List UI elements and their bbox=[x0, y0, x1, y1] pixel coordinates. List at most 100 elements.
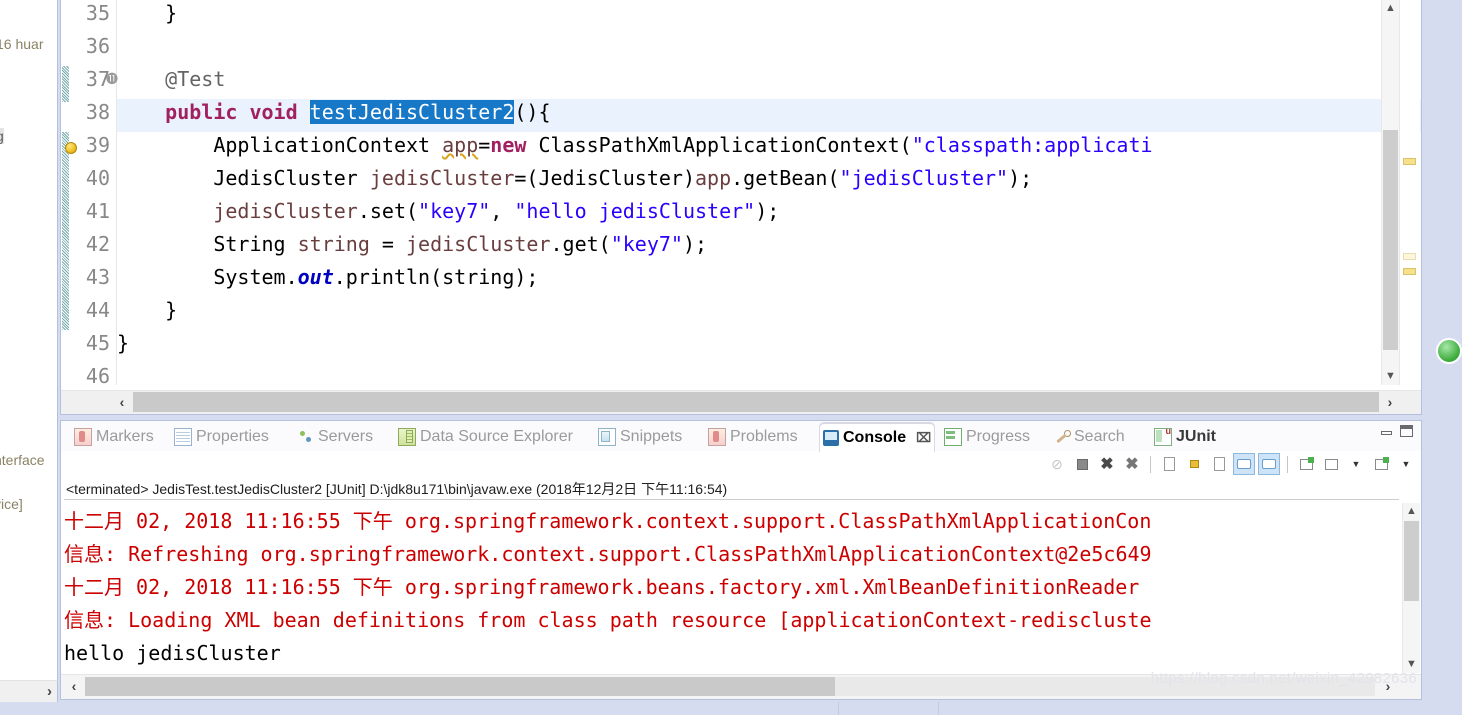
tab-label: Search bbox=[1074, 427, 1125, 445]
variable-token: jedisCluster bbox=[406, 232, 551, 256]
line-number: 37 bbox=[85, 67, 110, 91]
display-selected-console-icon[interactable] bbox=[1320, 453, 1342, 475]
maximize-icon[interactable] bbox=[1400, 425, 1413, 437]
remove-all-launches-icon[interactable]: ✖ bbox=[1121, 453, 1143, 475]
changed-lines-marker-b bbox=[62, 132, 69, 330]
java-code-editor[interactable]: 35 36 37 ⓫ 38 39 40 41 42 43 44 45 46 } … bbox=[60, 0, 1422, 415]
tab-snippets[interactable]: Snippets bbox=[595, 424, 685, 449]
hscrollbar-thumb[interactable] bbox=[85, 677, 835, 696]
line-number: 43 bbox=[85, 265, 110, 289]
console-toolbar: ⊘ ✖ ✖ ▼ ▼ bbox=[1046, 453, 1417, 475]
toolbar-separator bbox=[1150, 455, 1151, 473]
terminate-all-icon[interactable]: ⊘ bbox=[1046, 453, 1068, 475]
code-text-area[interactable]: } @Test public void testJedisCluster2(){… bbox=[117, 0, 1421, 385]
code-token: } bbox=[117, 298, 178, 322]
scroll-left-arrow[interactable]: ‹ bbox=[113, 393, 131, 411]
tab-label: Problems bbox=[730, 427, 798, 445]
code-line-44: } bbox=[117, 294, 177, 327]
remove-launch-icon[interactable]: ✖ bbox=[1096, 453, 1118, 475]
code-token: } bbox=[117, 1, 178, 25]
hscroll-track[interactable] bbox=[133, 392, 1379, 412]
line-number: 38 bbox=[85, 100, 110, 124]
word-wrap-icon[interactable] bbox=[1208, 453, 1230, 475]
scroll-down-arrow[interactable]: ▼ bbox=[1403, 656, 1420, 673]
left-fragment-3: vice] bbox=[0, 496, 23, 512]
show-console-on-error-icon[interactable] bbox=[1258, 453, 1280, 475]
show-console-on-output-icon[interactable] bbox=[1233, 453, 1255, 475]
console-line: 信息: Loading XML bean definitions from cl… bbox=[64, 608, 1152, 632]
occurrence-marker[interactable] bbox=[1403, 253, 1416, 260]
editor-gutter[interactable]: 35 36 37 ⓫ 38 39 40 41 42 43 44 45 46 bbox=[61, 0, 118, 388]
code-token: } bbox=[117, 331, 130, 355]
left-fragment-0: 16 huar bbox=[0, 36, 44, 52]
database-icon bbox=[398, 427, 416, 446]
hscrollbar-thumb[interactable] bbox=[133, 392, 1073, 412]
code-token: ); bbox=[755, 199, 780, 223]
left-panel-expand-arrow[interactable]: › bbox=[47, 683, 52, 700]
junit-icon bbox=[1154, 426, 1172, 446]
toolbar-separator bbox=[1287, 455, 1288, 473]
code-token: = bbox=[369, 232, 406, 256]
editor-vertical-scrollbar[interactable]: ▲ ▼ bbox=[1381, 0, 1399, 385]
eclipse-ide-window: 16 huar g nterface vice] › 35 36 37 ⓫ 38… bbox=[0, 0, 1462, 715]
tab-label: Markers bbox=[96, 427, 154, 445]
line-number: 44 bbox=[85, 298, 110, 322]
code-token: System. bbox=[117, 265, 298, 289]
scrollbar-thumb[interactable] bbox=[1383, 130, 1398, 350]
console-output-text[interactable]: 十二月 02, 2018 11:16:55 下午 org.springframe… bbox=[64, 505, 1399, 671]
console-view-panel: Markers Properties Servers Data Source E… bbox=[60, 420, 1422, 700]
tab-markers[interactable]: Markers bbox=[71, 424, 157, 449]
terminate-icon[interactable] bbox=[1071, 453, 1093, 475]
open-console-menu-icon[interactable]: ▼ bbox=[1395, 453, 1417, 475]
variable-token: app bbox=[695, 166, 732, 190]
warning-marker[interactable] bbox=[1403, 268, 1416, 275]
tab-console[interactable]: Console ⌧ bbox=[819, 423, 936, 452]
tab-junit[interactable]: JUnit bbox=[1151, 424, 1219, 449]
console-horizontal-scrollbar[interactable]: ‹ › bbox=[61, 674, 1421, 699]
change-annotation-bar bbox=[61, 0, 69, 385]
warning-marker[interactable] bbox=[1403, 158, 1416, 165]
code-line-37: @Test bbox=[117, 63, 225, 96]
scroll-right-arrow[interactable]: › bbox=[1381, 393, 1399, 411]
open-console-icon[interactable] bbox=[1370, 453, 1392, 475]
variable-token: app bbox=[442, 133, 479, 157]
hscroll-track[interactable] bbox=[85, 677, 1375, 696]
scrollbar-thumb[interactable] bbox=[1404, 521, 1419, 601]
quick-fix-bulb-icon[interactable] bbox=[65, 142, 77, 154]
code-token: .println(string); bbox=[333, 265, 539, 289]
view-window-controls bbox=[1381, 425, 1413, 437]
keyword-token: new bbox=[490, 133, 527, 157]
minimize-icon[interactable] bbox=[1381, 431, 1392, 435]
tab-problems[interactable]: Problems bbox=[705, 424, 801, 449]
markers-icon bbox=[74, 427, 92, 446]
close-icon[interactable]: ⌧ bbox=[916, 430, 931, 446]
scroll-left-arrow[interactable]: ‹ bbox=[65, 678, 83, 694]
scroll-down-arrow[interactable]: ▼ bbox=[1382, 368, 1399, 385]
tab-properties[interactable]: Properties bbox=[171, 424, 272, 449]
editor-overview-ruler[interactable] bbox=[1399, 0, 1420, 385]
scroll-lock-icon[interactable] bbox=[1183, 453, 1205, 475]
status-indicator-green-icon bbox=[1436, 338, 1462, 364]
tab-search[interactable]: Search bbox=[1051, 424, 1128, 449]
code-token: ); bbox=[682, 232, 708, 256]
tab-label: Data Source Explorer bbox=[420, 427, 573, 445]
display-selected-console-menu-icon[interactable]: ▼ bbox=[1345, 453, 1367, 475]
pin-console-icon[interactable] bbox=[1295, 453, 1317, 475]
scroll-right-arrow[interactable]: › bbox=[1379, 678, 1397, 694]
line-number: 42 bbox=[85, 232, 110, 256]
tab-progress[interactable]: Progress bbox=[941, 424, 1033, 449]
left-fragment-1: g bbox=[0, 128, 4, 144]
scroll-up-arrow[interactable]: ▲ bbox=[1382, 0, 1399, 17]
string-literal: "key7" bbox=[418, 199, 491, 223]
left-fragment-2: nterface bbox=[0, 452, 45, 468]
console-vertical-scrollbar[interactable]: ▲ ▼ bbox=[1402, 503, 1420, 673]
tab-label: Properties bbox=[196, 427, 269, 445]
scroll-up-arrow[interactable]: ▲ bbox=[1403, 503, 1420, 520]
line-number: 36 bbox=[85, 34, 110, 58]
line-number: 40 bbox=[85, 166, 110, 190]
clear-console-icon[interactable] bbox=[1158, 453, 1180, 475]
variable-token: jedisCluster bbox=[369, 166, 515, 190]
tab-data-source-explorer[interactable]: Data Source Explorer bbox=[395, 424, 576, 449]
editor-horizontal-scrollbar[interactable]: ‹ › bbox=[61, 390, 1421, 414]
tab-servers[interactable]: Servers bbox=[295, 424, 376, 449]
